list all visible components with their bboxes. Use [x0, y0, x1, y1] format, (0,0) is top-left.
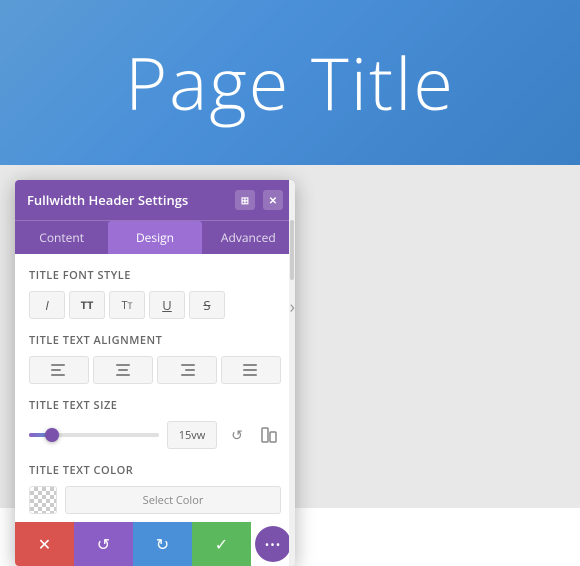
side-arrow-icon: › [290, 295, 295, 319]
text-color-label: Title Text Color [29, 463, 281, 478]
align-right-button[interactable] [157, 356, 217, 384]
uppercase-button[interactable]: TT [69, 291, 105, 319]
more-options-button[interactable]: ••• [255, 526, 291, 562]
text-size-label: Title Text Size [29, 398, 281, 413]
undo-button[interactable]: ↺ [74, 522, 133, 566]
text-alignment-label: Title Text Alignment [29, 333, 281, 348]
alignment-buttons [29, 356, 281, 384]
color-row: Select Color [29, 486, 281, 514]
italic-button[interactable]: I [29, 291, 65, 319]
select-color-button[interactable]: Select Color [65, 486, 281, 514]
strikethrough-button[interactable]: S [189, 291, 225, 319]
panel-tabs: Content Design Advanced [15, 220, 295, 254]
panel-content: Title Font Style I TT TT U S Title Text … [15, 254, 295, 522]
redo-button[interactable]: ↻ [133, 522, 192, 566]
panel-header: Fullwidth Header Settings ⊞ ✕ [15, 180, 295, 220]
align-justify-button[interactable] [221, 356, 281, 384]
scrollbar[interactable] [289, 180, 295, 566]
panel-header-icons: ⊞ ✕ [235, 190, 283, 210]
size-unit-toggle[interactable] [257, 423, 281, 447]
save-button[interactable]: ✓ [192, 522, 251, 566]
capitalize-button[interactable]: TT [109, 291, 145, 319]
tab-advanced[interactable]: Advanced [202, 221, 295, 254]
underline-button[interactable]: U [149, 291, 185, 319]
align-center-button[interactable] [93, 356, 153, 384]
font-style-label: Title Font Style [29, 268, 281, 283]
text-size-row: 15vw ↺ [29, 421, 281, 449]
tab-design[interactable]: Design [108, 221, 201, 254]
panel-settings-icon[interactable]: ⊞ [235, 190, 255, 210]
tab-content[interactable]: Content [15, 221, 108, 254]
page-header: Page Title [0, 0, 580, 165]
panel-close-icon[interactable]: ✕ [263, 190, 283, 210]
font-style-buttons: I TT TT U S [29, 291, 281, 319]
panel-title: Fullwidth Header Settings [27, 191, 235, 209]
page-title: Page Title [125, 34, 455, 132]
cancel-button[interactable]: ✕ [15, 522, 74, 566]
size-input[interactable]: 15vw [167, 421, 217, 449]
size-slider[interactable] [29, 433, 159, 437]
page-body: Fullwidth Header Settings ⊞ ✕ Content De… [0, 165, 580, 508]
scroll-thumb [290, 220, 294, 280]
align-left-button[interactable] [29, 356, 89, 384]
size-reset-button[interactable]: ↺ [225, 423, 249, 447]
color-swatch[interactable] [29, 486, 57, 514]
settings-panel: Fullwidth Header Settings ⊞ ✕ Content De… [15, 180, 295, 566]
action-bar: ✕ ↺ ↻ ✓ ••• [15, 522, 295, 566]
